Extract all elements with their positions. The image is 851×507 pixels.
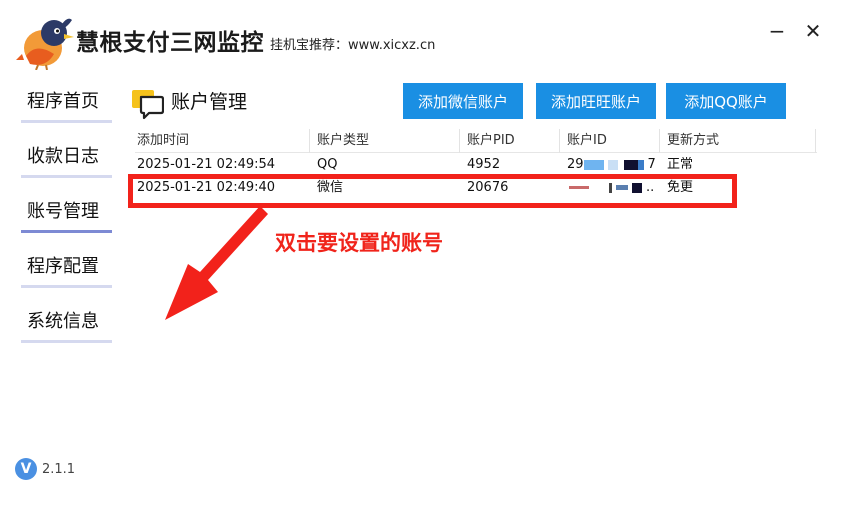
- minimize-icon[interactable]: −: [764, 18, 790, 44]
- account-id-visible: 29: [567, 157, 584, 172]
- cell-update-mode: 正常: [667, 157, 694, 172]
- chat-bubble-icon: [132, 90, 164, 120]
- redaction-blur: [623, 159, 638, 170]
- version-icon: V: [15, 458, 37, 480]
- sidebar-item-underline: [21, 230, 112, 233]
- app-subtitle: 挂机宝推荐：www.xicxz.cn: [270, 38, 436, 53]
- column-header-update-mode[interactable]: 更新方式: [667, 132, 719, 150]
- column-separator[interactable]: [815, 129, 816, 153]
- table-header: 添加时间 账户类型 账户PID 账户ID 更新方式: [135, 129, 817, 153]
- sidebar-item-underline: [21, 285, 112, 288]
- page-title: 账户管理: [171, 91, 248, 113]
- sidebar-item-label: 程序首页: [27, 91, 99, 112]
- redaction-blur: [637, 159, 644, 170]
- redaction-blur: [607, 159, 618, 170]
- sidebar-item-payment-log[interactable]: 收款日志: [21, 141, 112, 196]
- sidebar-item-label: 收款日志: [27, 146, 99, 167]
- column-header-pid[interactable]: 账户PID: [467, 132, 515, 150]
- add-qq-account-button[interactable]: 添加QQ账户: [666, 83, 786, 119]
- add-wangwang-account-button[interactable]: 添加旺旺账户: [536, 83, 656, 119]
- column-separator[interactable]: [559, 129, 560, 153]
- redaction-blur: [583, 159, 604, 170]
- sidebar-item-label: 系统信息: [27, 311, 99, 332]
- sidebar-item-label: 程序配置: [27, 256, 99, 277]
- column-separator[interactable]: [659, 129, 660, 153]
- column-separator[interactable]: [309, 129, 310, 153]
- table-row[interactable]: 2025-01-21 02:49:54 QQ 4952 29 7 正常: [135, 153, 817, 176]
- annotation-arrow-icon: [165, 206, 268, 320]
- sidebar-item-program-config[interactable]: 程序配置: [21, 251, 112, 306]
- cell-time: 2025-01-21 02:49:54: [137, 157, 276, 172]
- sidebar-nav: 程序首页 收款日志 账号管理 程序配置 系统信息: [21, 86, 112, 361]
- version-badge: V 2.1.1: [15, 458, 75, 480]
- column-header-type[interactable]: 账户类型: [317, 132, 369, 150]
- sidebar-item-home[interactable]: 程序首页: [21, 86, 112, 141]
- cell-type: QQ: [317, 157, 338, 172]
- sidebar-item-underline: [21, 120, 112, 123]
- sidebar-item-account-management[interactable]: 账号管理: [21, 196, 112, 251]
- column-header-time[interactable]: 添加时间: [137, 132, 189, 150]
- column-header-id[interactable]: 账户ID: [567, 132, 607, 150]
- sidebar-item-label: 账号管理: [27, 201, 99, 222]
- version-text: 2.1.1: [42, 461, 76, 477]
- sidebar-item-system-info[interactable]: 系统信息: [21, 306, 112, 361]
- sidebar-item-underline: [21, 340, 112, 343]
- sidebar-item-underline: [21, 175, 112, 178]
- cell-pid: 4952: [467, 157, 501, 172]
- annotation-text: 双击要设置的账号: [275, 231, 443, 255]
- account-id-tail: 7: [647, 157, 656, 172]
- add-wechat-account-button[interactable]: 添加微信账户: [403, 83, 523, 119]
- close-icon[interactable]: ✕: [800, 18, 826, 44]
- bird-logo-icon: [16, 18, 74, 70]
- cell-account-id: 29 7: [567, 156, 656, 174]
- app-title: 慧根支付三网监控: [76, 30, 264, 56]
- column-separator[interactable]: [459, 129, 460, 153]
